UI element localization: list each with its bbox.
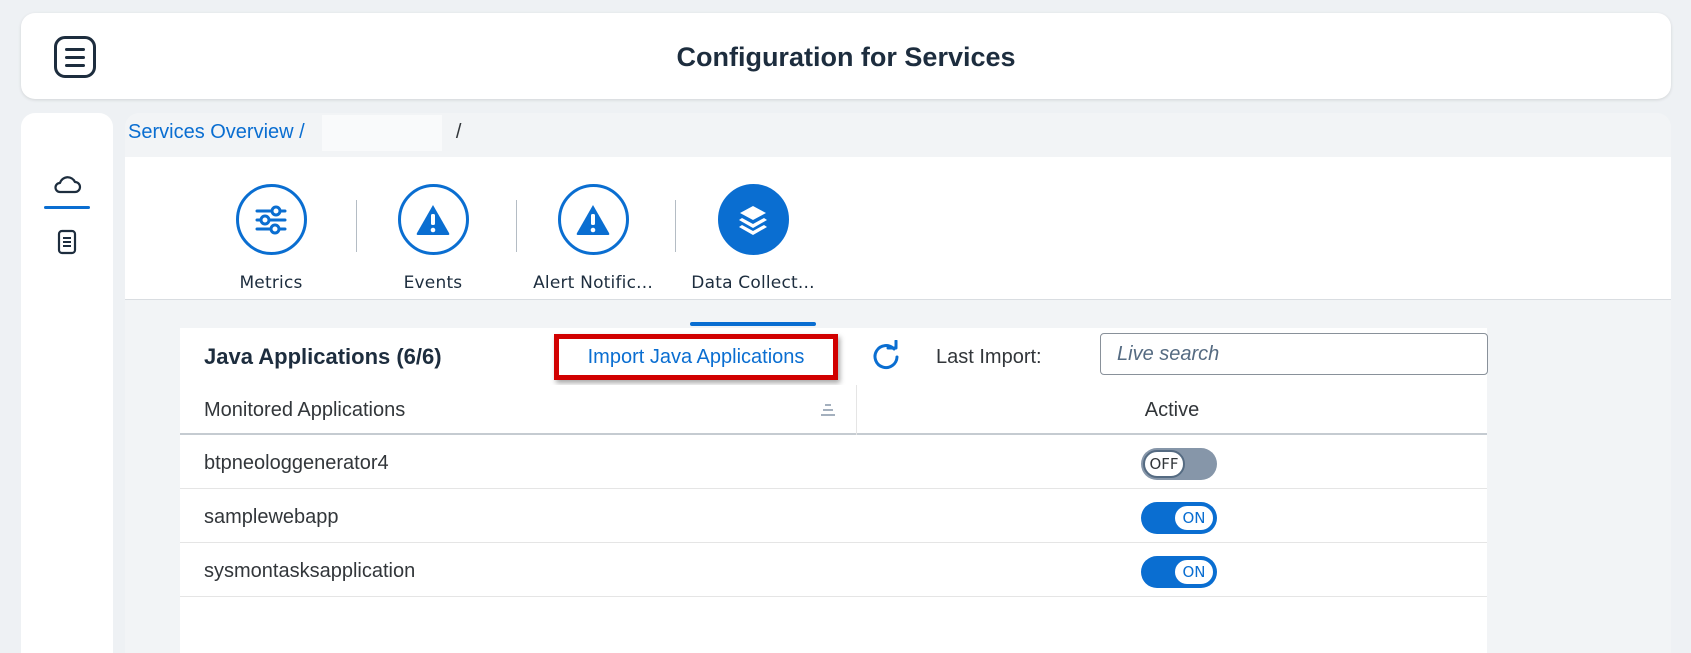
last-import-label: Last Import: — [936, 346, 1042, 368]
panel-title: Java Applications (6/6) — [204, 344, 442, 369]
applications-table: Monitored Applications Active btpneologg… — [180, 385, 1487, 597]
breadcrumb-redacted-item — [322, 115, 443, 151]
toggle-knob: ON — [1173, 558, 1215, 586]
table-row[interactable]: btpneologgenerator4 OFF — [180, 435, 1487, 489]
document-icon — [57, 229, 77, 255]
warning-icon — [576, 204, 610, 235]
tab-data-collection-circle — [717, 184, 789, 255]
warning-icon — [416, 204, 450, 235]
table-row[interactable]: samplewebapp ON — [180, 489, 1487, 543]
toggle-knob: ON — [1173, 504, 1215, 532]
java-applications-panel: Java Applications (6/6) Import Java Appl… — [180, 328, 1488, 653]
breadcrumb-services-overview[interactable]: Services Overview / — [128, 121, 305, 143]
tab-metrics-label: Metrics — [239, 273, 303, 293]
breadcrumb-separator: / — [455, 121, 462, 143]
column-header-active[interactable]: Active — [857, 399, 1487, 422]
tab-data-collection[interactable]: Data Collect... — [678, 184, 828, 326]
tab-separator — [516, 200, 517, 252]
tab-separator — [356, 200, 357, 252]
app-header: Configuration for Services — [21, 13, 1671, 99]
tab-events-label: Events — [403, 273, 463, 293]
table-header: Monitored Applications Active — [180, 385, 1487, 435]
import-java-applications-link[interactable]: Import Java Applications — [588, 346, 805, 369]
active-toggle[interactable]: OFF — [1141, 448, 1217, 480]
tab-data-collection-label: Data Collect... — [691, 273, 815, 293]
application-name: samplewebapp — [204, 506, 339, 528]
tab-alert-label: Alert Notific... — [533, 273, 653, 293]
tab-metrics-circle — [235, 184, 307, 255]
application-name: btpneologgenerator4 — [204, 452, 389, 474]
layers-icon — [739, 205, 767, 235]
toggle-knob: OFF — [1143, 450, 1185, 478]
cloud-icon — [54, 176, 82, 194]
sidebar-item-cloud[interactable] — [42, 163, 92, 209]
tab-events-circle — [397, 184, 469, 255]
sidebar — [21, 113, 113, 653]
application-name: sysmontasksapplication — [204, 560, 416, 582]
tab-alert-circle — [557, 184, 629, 255]
tab-separator — [675, 200, 676, 252]
tab-events[interactable]: Events — [358, 184, 508, 293]
tab-metrics[interactable]: Metrics — [196, 184, 346, 293]
page-title: Configuration for Services — [676, 42, 1016, 72]
table-row[interactable]: sysmontasksapplication ON — [180, 543, 1487, 597]
column-header-monitored-applications[interactable]: Monitored Applications — [204, 399, 405, 422]
sliders-icon — [255, 205, 287, 234]
breadcrumb: Services Overview / / — [125, 113, 1671, 157]
active-toggle[interactable]: ON — [1141, 502, 1217, 534]
main-content: Services Overview / / Metrics Events Ale… — [125, 113, 1671, 653]
sort-icon[interactable] — [820, 401, 836, 417]
sidebar-item-document[interactable] — [42, 221, 92, 263]
refresh-icon[interactable] — [870, 340, 902, 372]
import-highlight-box: Import Java Applications — [554, 334, 838, 380]
tab-alert-notifications[interactable]: Alert Notific... — [518, 184, 668, 293]
active-toggle[interactable]: ON — [1141, 556, 1217, 588]
icon-tab-bar: Metrics Events Alert Notific... Data Col… — [125, 157, 1671, 326]
live-search-input[interactable] — [1100, 333, 1488, 375]
